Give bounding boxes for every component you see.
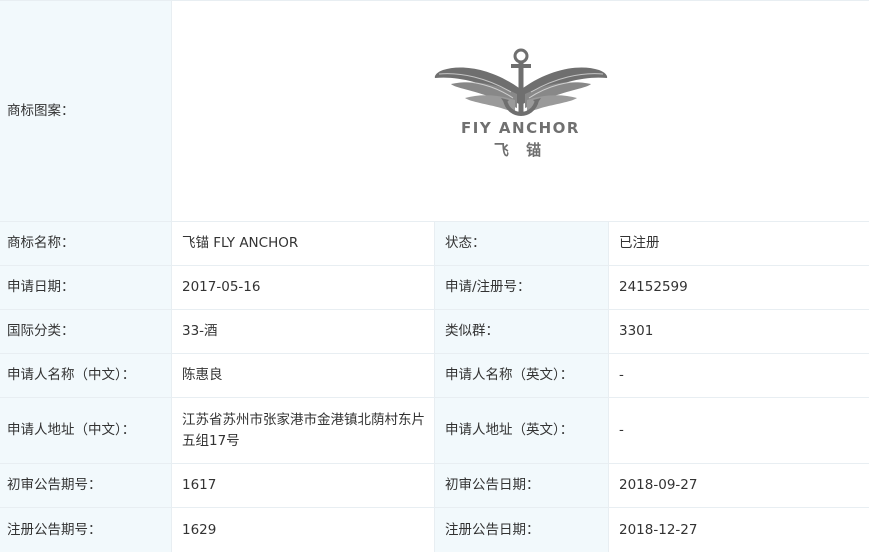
application-date-value: 2017-05-16 xyxy=(172,266,435,309)
registration-notice-date-value: 2018-12-27 xyxy=(609,508,869,552)
preliminary-notice-date-label: 初审公告日期： xyxy=(435,464,609,507)
applicant-address-cn-label: 申请人地址（中文）： xyxy=(0,398,172,463)
trademark-image-label: 商标图案： xyxy=(0,1,172,221)
trademark-detail-table: 商标图案： FIY ANCHOR 飞 锚 商标名称： 飞锚 FLY ANCHOR… xyxy=(0,0,869,552)
registration-notice-date-label: 注册公告日期： xyxy=(435,508,609,552)
trademark-logo-text-en: FIY ANCHOR xyxy=(461,119,580,137)
applicant-address-cn-value: 江苏省苏州市张家港市金港镇北荫村东片五组17号 xyxy=(172,398,435,463)
applicant-address-en-value: - xyxy=(609,398,869,463)
similar-group-value: 3301 xyxy=(609,310,869,353)
table-row: 申请人名称（中文）： 陈惠良 申请人名称（英文）： - xyxy=(0,354,869,398)
international-class-value: 33-酒 xyxy=(172,310,435,353)
trademark-name-value: 飞锚 FLY ANCHOR xyxy=(172,222,435,265)
table-row: 初审公告期号： 1617 初审公告日期： 2018-09-27 xyxy=(0,464,869,508)
status-label: 状态： xyxy=(435,222,609,265)
preliminary-notice-date-value: 2018-09-27 xyxy=(609,464,869,507)
applicant-name-en-value: - xyxy=(609,354,869,397)
status-value: 已注册 xyxy=(609,222,869,265)
registration-notice-number-value: 1629 xyxy=(172,508,435,552)
applicant-name-cn-value: 陈惠良 xyxy=(172,354,435,397)
winged-anchor-icon xyxy=(434,48,607,117)
table-row: 商标名称： 飞锚 FLY ANCHOR 状态： 已注册 xyxy=(0,222,869,266)
trademark-logo-text-zh: 飞 锚 xyxy=(493,141,548,159)
trademark-image-row: 商标图案： FIY ANCHOR 飞 锚 xyxy=(0,1,869,222)
table-row: 国际分类： 33-酒 类似群： 3301 xyxy=(0,310,869,354)
table-row: 申请人地址（中文）： 江苏省苏州市张家港市金港镇北荫村东片五组17号 申请人地址… xyxy=(0,398,869,464)
table-row: 注册公告期号： 1629 注册公告日期： 2018-12-27 xyxy=(0,508,869,552)
registration-number-label: 申请/注册号： xyxy=(435,266,609,309)
applicant-address-en-label: 申请人地址（英文）： xyxy=(435,398,609,463)
table-row: 申请日期： 2017-05-16 申请/注册号： 24152599 xyxy=(0,266,869,310)
applicant-name-en-label: 申请人名称（英文）： xyxy=(435,354,609,397)
preliminary-notice-number-label: 初审公告期号： xyxy=(0,464,172,507)
trademark-logo: FIY ANCHOR 飞 锚 xyxy=(431,48,611,168)
international-class-label: 国际分类： xyxy=(0,310,172,353)
registration-notice-number-label: 注册公告期号： xyxy=(0,508,172,552)
similar-group-label: 类似群： xyxy=(435,310,609,353)
trademark-image-cell: FIY ANCHOR 飞 锚 xyxy=(172,1,869,221)
registration-number-value: 24152599 xyxy=(609,266,869,309)
applicant-name-cn-label: 申请人名称（中文）： xyxy=(0,354,172,397)
application-date-label: 申请日期： xyxy=(0,266,172,309)
trademark-name-label: 商标名称： xyxy=(0,222,172,265)
preliminary-notice-number-value: 1617 xyxy=(172,464,435,507)
